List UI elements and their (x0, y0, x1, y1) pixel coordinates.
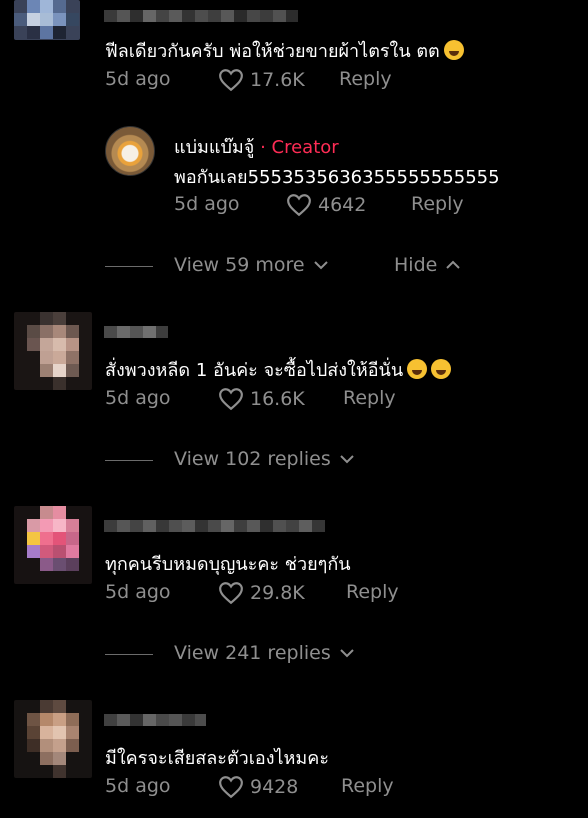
like-count: 9428 (250, 776, 299, 798)
comment-text: ทุกคนรีบหมดบุญนะคะ ช่วยๆกัน (105, 554, 351, 575)
heart-icon (219, 388, 243, 411)
view-replies-button[interactable]: View 241 replies (174, 642, 355, 664)
creator-username: แบ่มแบ๊มจู้ (174, 137, 255, 158)
commenter-username-blurred[interactable] (104, 10, 298, 22)
view-more-replies-button[interactable]: View 59 more (174, 254, 329, 276)
reply-button[interactable]: Reply (343, 387, 396, 409)
grinning-sweat-emoji (443, 40, 464, 60)
heart-icon (287, 194, 311, 217)
comment-text: ฟีลเดียวกันครับ พ่อให้ช่วยขายผ้าไตรใน ตต (105, 36, 464, 65)
rolling-laughing-emoji (431, 359, 452, 379)
like-button[interactable]: 9428 (218, 775, 298, 799)
reply-button[interactable]: Reply (341, 775, 394, 797)
heart-icon (219, 69, 243, 92)
reply-text: พอกันเลย5553535636355555555555 (174, 167, 500, 188)
like-button[interactable]: 4642 (286, 193, 366, 217)
comment-time: 5d ago (105, 581, 171, 603)
reply-time: 5d ago (174, 193, 240, 215)
comment-time: 5d ago (105, 68, 171, 90)
view-replies-button[interactable]: View 102 replies (174, 448, 355, 470)
like-count: 29.8K (250, 582, 305, 604)
chevron-up-icon (446, 260, 461, 269)
creator-badge: · Creator (260, 137, 339, 158)
like-count: 17.6K (250, 69, 305, 91)
comment-time: 5d ago (105, 775, 171, 797)
commenter-avatar[interactable] (14, 0, 80, 40)
view-replies-label: View 102 replies (174, 448, 331, 470)
comment-text: มีใครจะเสียสละตัวเองไหมคะ (105, 748, 329, 769)
comment-text: สั่งพวงหลีด 1 อันค่ะ จะซื้อไปส่งให้อีนั่… (105, 355, 452, 384)
creator-name-line[interactable]: แบ่มแบ๊มจู้ · Creator (174, 132, 339, 161)
commenter-username-blurred[interactable] (104, 714, 206, 726)
like-button[interactable]: 17.6K (218, 68, 305, 92)
like-count: 16.6K (250, 388, 305, 410)
commenter-username-blurred[interactable] (104, 520, 326, 532)
chevron-down-icon (313, 261, 328, 270)
reply-button[interactable]: Reply (411, 193, 464, 215)
reply-button[interactable]: Reply (339, 68, 392, 90)
view-more-label: View 59 more (174, 254, 305, 276)
commenter-username-blurred[interactable] (104, 326, 168, 338)
commenter-avatar[interactable] (14, 506, 92, 584)
thread-divider (105, 266, 153, 267)
like-count: 4642 (318, 194, 367, 216)
hide-replies-button[interactable]: Hide (394, 254, 461, 276)
like-button[interactable]: 16.6K (218, 387, 305, 411)
heart-icon (219, 582, 243, 605)
rolling-laughing-emoji (407, 359, 428, 379)
hide-label: Hide (394, 254, 438, 276)
chevron-down-icon (340, 455, 354, 464)
commenter-avatar[interactable] (14, 700, 92, 778)
thread-divider (105, 654, 153, 655)
commenter-avatar[interactable] (14, 312, 92, 390)
creator-avatar[interactable] (105, 126, 155, 176)
view-replies-label: View 241 replies (174, 642, 331, 664)
reply-button[interactable]: Reply (346, 581, 399, 603)
like-button[interactable]: 29.8K (218, 581, 305, 605)
chevron-down-icon (340, 649, 354, 658)
thread-divider (105, 460, 153, 461)
comment-time: 5d ago (105, 387, 171, 409)
heart-icon (219, 776, 243, 799)
